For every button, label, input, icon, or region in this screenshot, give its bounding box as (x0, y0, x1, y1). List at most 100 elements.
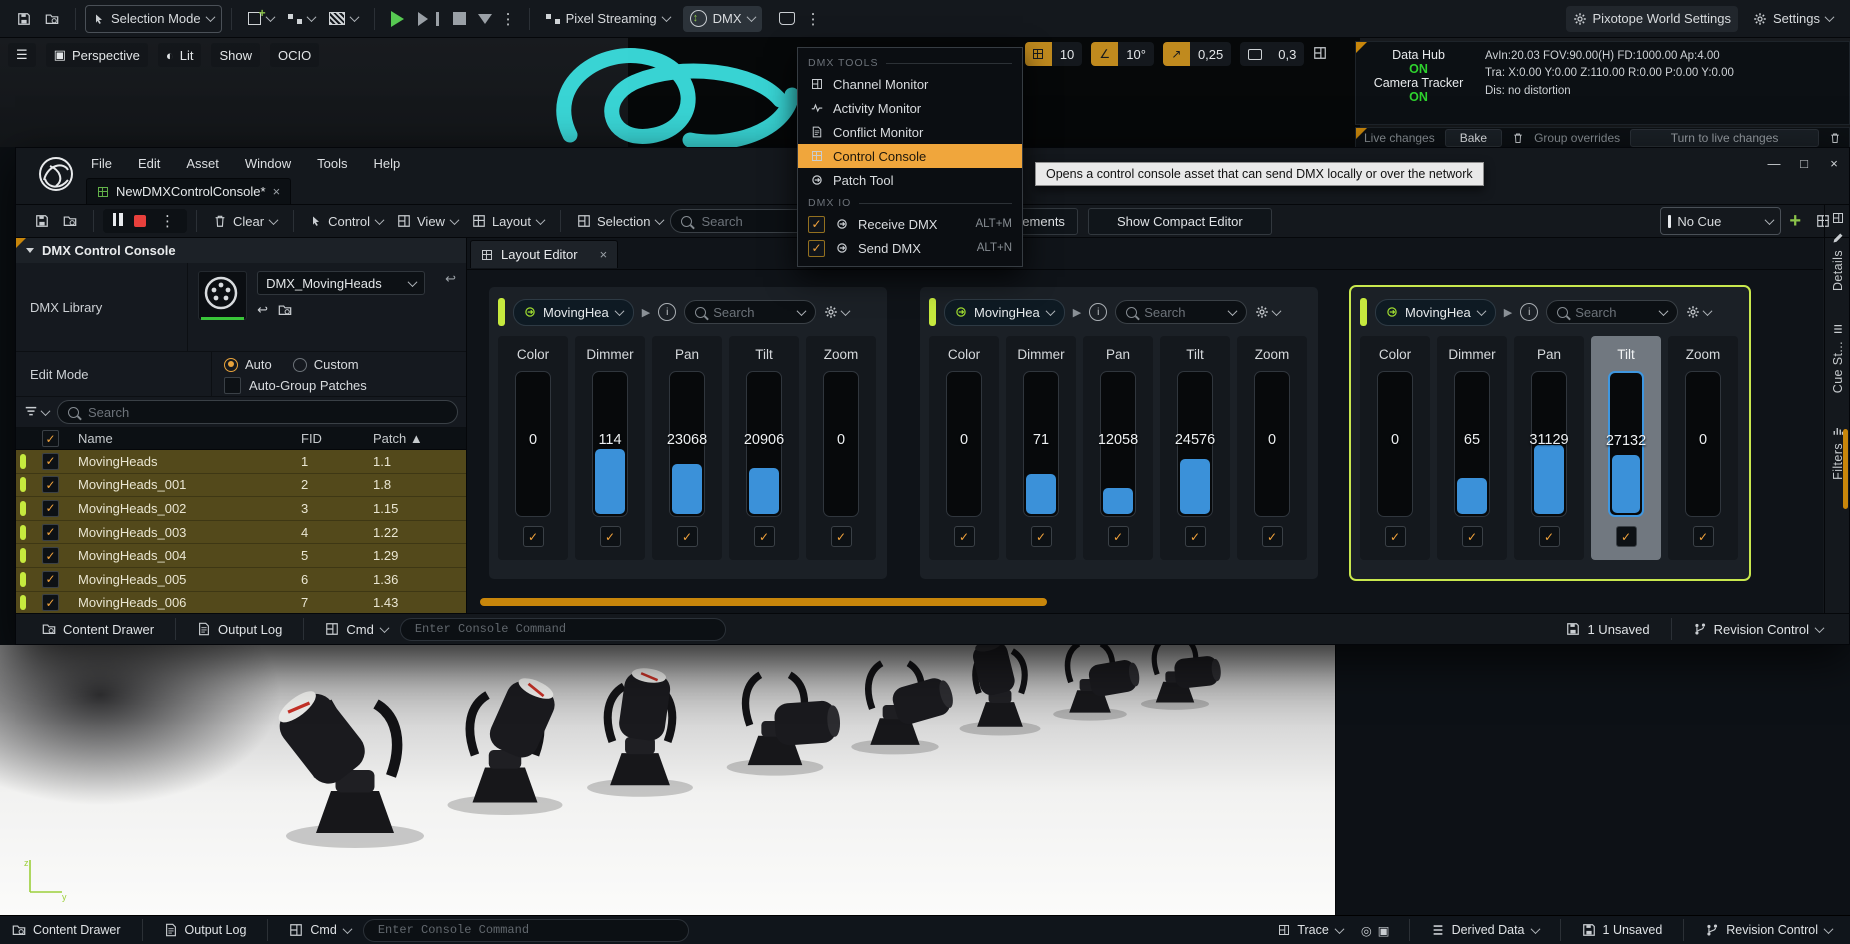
fader-dimmer[interactable]: Dimmer71✓ (1006, 336, 1076, 560)
fader-dimmer[interactable]: Dimmer65✓ (1437, 336, 1507, 560)
output-log-button[interactable]: Output Log (185, 614, 294, 644)
group-fixture-dropdown[interactable]: MovingHea (1375, 299, 1496, 326)
menu-item-activity-monitor[interactable]: Activity Monitor (798, 96, 1022, 120)
viewport-scene[interactable]: z y (0, 645, 1335, 915)
tab-close-icon[interactable]: × (600, 247, 608, 262)
add-cue-button[interactable]: + (1781, 210, 1809, 233)
fixture-row[interactable]: ✓MovingHeads_00671.43 (16, 592, 466, 616)
menu-item-receive-dmx[interactable]: ✓Receive DMXALT+M (798, 212, 1022, 236)
fader-group[interactable]: MovingHea▶iSearchColor0✓Dimmer114✓Pan230… (489, 287, 887, 579)
fader-enable-checkbox[interactable]: ✓ (1031, 526, 1052, 547)
cmd-dropdown[interactable]: Cmd (313, 614, 399, 644)
left-panel-header[interactable]: DMX Control Console (16, 238, 466, 263)
window-maximize-button[interactable]: □ (1789, 151, 1819, 175)
toolbar-kebab[interactable]: ⋮ (802, 6, 825, 32)
fixture-checkbox[interactable]: ✓ (42, 476, 59, 493)
fader-enable-checkbox[interactable]: ✓ (1539, 526, 1560, 547)
blueprints-dropdown[interactable] (281, 6, 322, 32)
expand-arrow-icon[interactable]: ▶ (1504, 306, 1512, 319)
unsaved-button[interactable]: 1 Unsaved (1570, 916, 1675, 944)
screenshot-icon[interactable]: ▣ (1378, 923, 1390, 938)
fader-color[interactable]: Color0✓ (498, 336, 568, 560)
unsaved-button[interactable]: 1 Unsaved (1554, 614, 1661, 644)
fixture-checkbox[interactable]: ✓ (42, 453, 59, 470)
asset-tab[interactable]: NewDMXControlConsole* × (86, 178, 291, 204)
fixture-checkbox[interactable]: ✓ (42, 571, 59, 588)
save-button[interactable] (28, 208, 56, 234)
control-dropdown[interactable]: Control (303, 208, 390, 234)
view-dropdown[interactable]: View (390, 208, 465, 234)
fader-track[interactable]: 0 (823, 371, 859, 517)
rotation-snap-toggle[interactable]: ∠10° (1091, 42, 1154, 66)
horizontal-scrollbar[interactable] (480, 598, 1047, 606)
fader-color[interactable]: Color0✓ (929, 336, 999, 560)
group-settings-dropdown[interactable] (1686, 305, 1711, 319)
platforms-button[interactable] (772, 6, 802, 32)
select-all-checkbox[interactable]: ✓ (42, 430, 59, 447)
expand-arrow-icon[interactable]: ▶ (1073, 306, 1081, 319)
fader-track[interactable]: 0 (1685, 371, 1721, 517)
group-search-input[interactable]: Search (1115, 300, 1247, 324)
fader-track[interactable]: 0 (1254, 371, 1290, 517)
info-icon[interactable]: i (1520, 303, 1538, 321)
layout-editor-tab[interactable]: Layout Editor × (470, 240, 618, 268)
settings-dropdown[interactable]: Settings (1746, 6, 1840, 32)
eject-button[interactable] (473, 6, 497, 32)
fader-group[interactable]: MovingHea▶iSearchColor0✓Dimmer65✓Pan3112… (1351, 287, 1749, 579)
play-options-kebab[interactable]: ⋮ (497, 6, 520, 32)
expand-arrow-icon[interactable]: ▶ (642, 306, 650, 319)
dmx-library-thumbnail[interactable] (198, 271, 247, 320)
fixture-row[interactable]: ✓MovingHeads_00121.8 (16, 474, 466, 498)
group-fixture-dropdown[interactable]: MovingHea (944, 299, 1065, 326)
vertical-scrollbar[interactable] (1843, 429, 1848, 509)
fixture-checkbox[interactable]: ✓ (42, 524, 59, 541)
fader-enable-checkbox[interactable]: ✓ (1616, 526, 1637, 547)
reset-to-default-icon[interactable]: ↩ (445, 271, 456, 287)
fader-group[interactable]: MovingHea▶iSearchColor0✓Dimmer71✓Pan1205… (920, 287, 1318, 579)
fader-track[interactable]: 71 (1023, 371, 1059, 517)
pixel-streaming-dropdown[interactable]: Pixel Streaming (539, 6, 677, 32)
fader-dimmer[interactable]: Dimmer114✓ (575, 336, 645, 560)
playback-kebab[interactable]: ⋮ (156, 212, 179, 230)
show-compact-editor-button[interactable]: Show Compact Editor (1088, 208, 1272, 235)
pixotope-world-settings-button[interactable]: Pixotope World Settings (1566, 6, 1739, 32)
tab-cue-stack[interactable]: Cue St... (1831, 341, 1845, 393)
fader-track[interactable]: 0 (515, 371, 551, 517)
content-browser-button[interactable] (38, 6, 66, 32)
cue-selector-dropdown[interactable]: No Cue (1660, 207, 1781, 235)
menu-item-conflict-monitor[interactable]: Conflict Monitor (798, 120, 1022, 144)
fader-enable-checkbox[interactable]: ✓ (677, 526, 698, 547)
viewport-menu-button[interactable]: ☰ (8, 43, 36, 67)
layout-dropdown[interactable]: Layout (465, 208, 551, 234)
fader-enable-checkbox[interactable]: ✓ (1262, 526, 1283, 547)
group-settings-dropdown[interactable] (1255, 305, 1280, 319)
fader-zoom[interactable]: Zoom0✓ (1237, 336, 1307, 560)
dmx-library-dropdown[interactable]: DMX_MovingHeads (257, 271, 425, 295)
fader-enable-checkbox[interactable]: ✓ (954, 526, 975, 547)
trash-icon[interactable] (1512, 132, 1524, 144)
receive-dmx-checkbox[interactable]: ✓ (808, 216, 825, 233)
fader-enable-checkbox[interactable]: ✓ (831, 526, 852, 547)
fader-track[interactable]: 23068 (669, 371, 705, 517)
browse-to-asset-icon[interactable] (278, 303, 292, 317)
fixture-row[interactable]: ✓MovingHeads_00561.36 (16, 568, 466, 592)
fixture-row[interactable]: ✓MovingHeads11.1 (16, 450, 466, 474)
fader-track[interactable]: 0 (1377, 371, 1413, 517)
fader-enable-checkbox[interactable]: ✓ (1385, 526, 1406, 547)
revision-control-dropdown[interactable]: Revision Control (1693, 916, 1844, 944)
filter-dropdown[interactable] (24, 405, 49, 419)
lit-dropdown[interactable]: ◐Lit (158, 43, 202, 67)
stop-sending-button[interactable] (134, 215, 146, 227)
fixture-row[interactable]: ✓MovingHeads_00231.15 (16, 497, 466, 521)
clear-dropdown[interactable]: Clear (206, 208, 284, 234)
menu-window[interactable]: Window (232, 156, 304, 171)
custom-radio[interactable] (293, 358, 307, 372)
window-minimize-button[interactable]: — (1759, 151, 1789, 175)
info-icon[interactable]: i (1089, 303, 1107, 321)
dmx-dropdown[interactable]: ↕ DMX (683, 6, 762, 32)
fader-track[interactable]: 27132 (1608, 371, 1644, 517)
menu-file[interactable]: File (78, 156, 125, 171)
fader-enable-checkbox[interactable]: ✓ (1462, 526, 1483, 547)
fader-track[interactable]: 24576 (1177, 371, 1213, 517)
save-button[interactable] (10, 6, 38, 32)
